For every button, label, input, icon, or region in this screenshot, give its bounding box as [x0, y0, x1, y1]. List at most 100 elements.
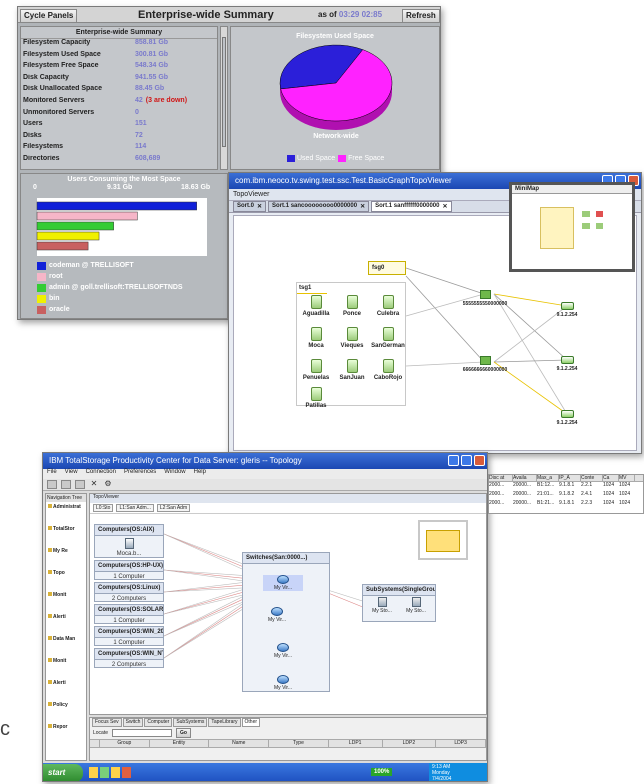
host-node[interactable]: Vieques	[335, 327, 369, 349]
viewer-tab[interactable]: TopoViewer	[90, 494, 486, 503]
host-node[interactable]: Culebra	[371, 295, 405, 317]
back-icon[interactable]	[47, 480, 57, 489]
start-button[interactable]: start	[43, 764, 83, 781]
summary-scrollbar[interactable]	[220, 26, 228, 170]
computer-group[interactable]: Computers(OS:HP-UX) 1 Computer	[94, 560, 164, 580]
column-header[interactable]: Entity	[150, 740, 210, 747]
column-header[interactable]: LDP3	[436, 740, 487, 747]
topo-tab[interactable]: Sort.1 sancoooooooo0000000 ✕	[268, 201, 370, 212]
column-header[interactable]: LDP1	[329, 740, 383, 747]
column-header[interactable]: Group	[100, 740, 150, 747]
right-col-header[interactable]: Conte	[581, 475, 603, 481]
app-icon[interactable]	[100, 767, 109, 778]
switch-node[interactable]: 6666666660000000	[452, 356, 518, 373]
bottom-tab[interactable]: SubSystems	[173, 718, 208, 727]
host-node[interactable]: Penuelas	[299, 359, 333, 381]
subsystem-group[interactable]: SubSystems(SingleGroup) My Sto... My Sto.…	[362, 584, 436, 622]
computer-group[interactable]: Computers(OS:WIN_2000) 1 Computer	[94, 626, 164, 646]
menu-item[interactable]: File	[47, 469, 57, 479]
go-button[interactable]: Go	[176, 728, 191, 738]
nav-tree-item[interactable]: Topo	[48, 570, 84, 592]
right-col-header[interactable]: Ca	[603, 475, 619, 481]
delete-icon[interactable]: ✕	[89, 480, 99, 489]
nav-tree-item[interactable]: Administrat	[48, 504, 84, 526]
column-header[interactable]: Type	[269, 740, 329, 747]
target-node[interactable]: 9.1.2.254	[550, 302, 584, 318]
switch-item[interactable]: My Vir...	[263, 643, 303, 659]
right-col-header[interactable]: Disc at	[489, 475, 513, 481]
app-icon[interactable]	[89, 767, 98, 778]
switch-item[interactable]: My Vir...	[257, 607, 297, 623]
target-node[interactable]: 9.1.2.254	[550, 356, 584, 372]
scroll-thumb[interactable]	[222, 37, 226, 147]
host-node[interactable]: Aguadilla	[299, 295, 333, 317]
nav-tree-item[interactable]: Monit	[48, 658, 84, 680]
close-icon[interactable]: ✕	[360, 203, 365, 210]
switch-item[interactable]: My Vir...	[263, 675, 303, 691]
forward-icon[interactable]	[61, 480, 71, 489]
nav-tree-item[interactable]: Alerti	[48, 614, 84, 636]
bottom-tab[interactable]: Other	[241, 718, 261, 727]
topo-tab[interactable]: Sort.1 sanffffff0000000 ✕	[371, 201, 452, 212]
bottom-tab[interactable]: TapeLibrary	[208, 718, 241, 727]
right-col-header[interactable]: Availa	[513, 475, 537, 481]
close-icon[interactable]	[474, 455, 485, 466]
nav-tree-item[interactable]: Policy	[48, 702, 84, 724]
close-icon[interactable]: ✕	[442, 203, 447, 210]
menu-item[interactable]: View	[65, 469, 78, 479]
menu-item[interactable]: Help	[194, 469, 206, 479]
cycle-panels-button[interactable]: Cycle Panels	[20, 9, 78, 23]
right-col-header[interactable]: Max_a	[537, 475, 559, 481]
nav-tree-item[interactable]: TotalStor	[48, 526, 84, 548]
app-icon[interactable]	[111, 767, 120, 778]
print-icon[interactable]	[75, 480, 85, 489]
right-col-header[interactable]: MV	[619, 475, 635, 481]
breadcrumb-item[interactable]: L0:Sto	[93, 504, 114, 512]
tpc-minimap[interactable]	[418, 520, 468, 560]
bottom-tab[interactable]: Switch	[122, 718, 144, 727]
nav-tree-item[interactable]: My Re	[48, 548, 84, 570]
breadcrumb-item[interactable]: L2:San Adm	[156, 504, 191, 512]
right-col-header[interactable]: IP_A	[559, 475, 581, 481]
app-icon[interactable]	[122, 767, 131, 778]
target-node[interactable]: 9.1.2.254	[550, 410, 584, 426]
breadcrumb-item[interactable]: L1:San Adm...	[116, 504, 154, 512]
bottom-tab[interactable]: Computer	[144, 718, 173, 727]
menu-item[interactable]: Preferences	[124, 469, 156, 479]
host-node[interactable]: SanJuan	[335, 359, 369, 381]
minimize-icon[interactable]	[448, 455, 459, 466]
refresh-button[interactable]: Refresh	[402, 9, 440, 23]
host-node[interactable]: CaboRojo	[371, 359, 405, 381]
switch-node[interactable]: 5555555550000000	[452, 290, 518, 307]
host-node[interactable]: Moca	[299, 327, 333, 349]
fsg0-box[interactable]: fsg0	[368, 261, 406, 275]
minimap[interactable]: MiniMap	[509, 182, 635, 272]
switch-item[interactable]: My Vir...	[263, 575, 303, 591]
menu-item[interactable]: Window	[164, 469, 185, 479]
menu-item[interactable]: Connection	[86, 469, 116, 479]
column-header[interactable]: LDP2	[383, 740, 437, 747]
nav-tree-item[interactable]: Monit	[48, 592, 84, 614]
host-node[interactable]: Ponce	[335, 295, 369, 317]
switch-group[interactable]: Switches(San:0000...) My Vir... My Vir...…	[242, 552, 330, 692]
bottom-tab[interactable]: Focus Sev	[92, 718, 122, 727]
tsg1-group[interactable]: tsg1 Aguadilla Ponce Culebra Moca Vieques San…	[296, 282, 406, 409]
close-icon[interactable]: ✕	[257, 203, 262, 210]
nav-tree-item[interactable]: Repor	[48, 724, 84, 746]
nav-tree-item[interactable]: Data Man	[48, 636, 84, 658]
computer-group[interactable]: Computers(OS:Linux) 2 Computers	[94, 582, 164, 602]
right-table-row[interactable]: 2000... 20000... B1:21... 9.1.8.1 2.2.3 1024 1…	[489, 500, 643, 509]
settings-icon[interactable]: ⚙	[103, 480, 113, 489]
topo-tab[interactable]: Sort.0 ✕	[233, 201, 267, 212]
host-node[interactable]: SanGerman	[371, 327, 405, 349]
subsystem-item[interactable]: My Sto...	[367, 597, 397, 614]
locate-input[interactable]	[112, 729, 173, 737]
host-node[interactable]: Patillas	[299, 387, 333, 409]
right-table-row[interactable]: 2000... 20000... B1:12... 9.1.8.1 2.2.1 1024 1…	[489, 482, 643, 491]
column-header[interactable]: Name	[209, 740, 270, 747]
subsystem-item[interactable]: My Sto...	[401, 597, 431, 614]
nav-tree-item[interactable]: Alerti	[48, 680, 84, 702]
computer-group[interactable]: Computers(OS:AIX) Moca.b...	[94, 524, 164, 558]
computer-group[interactable]: Computers(OS:SOLARIS) 1 Computer	[94, 604, 164, 624]
right-table-row[interactable]: 2000... 20000... 21:01... 9.1.8.2 2.4.1 1024 1…	[489, 491, 643, 500]
